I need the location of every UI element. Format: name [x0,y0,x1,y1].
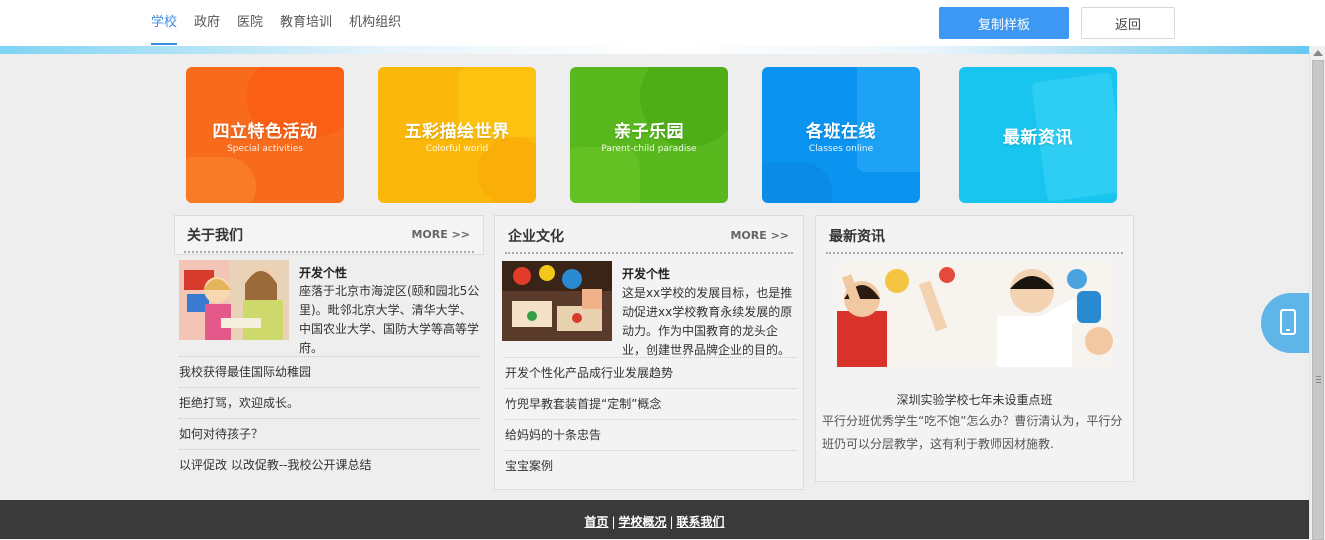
tile-subtitle: Special activities [227,144,303,154]
tile-decoration [762,162,832,203]
panel-header: 最新资讯 [826,216,1123,254]
feature-image [502,261,612,341]
tile-title: 四立特色活动 [212,122,318,142]
children-reading-image [179,260,289,340]
footer-link-school-overview[interactable]: 学校概况 [618,515,666,529]
copy-template-button[interactable]: 复制样板 [939,7,1069,39]
tile-title: 各班在线 [806,122,876,142]
scroll-up-arrow-icon[interactable] [1313,50,1323,56]
panel-corporate-culture: 企业文化 MORE >> 开发个性 这是xx学校的发展目标，也是推动促进xx学校… [494,215,804,490]
panel-title: 关于我们 [187,228,243,244]
panel-header: 企业文化 MORE >> [505,216,793,254]
tab-school[interactable]: 学校 [151,0,178,46]
tile-title: 五彩描绘世界 [404,122,510,142]
feature-title: 开发个性 [299,266,348,280]
tile-subtitle: Colorful world [425,144,489,154]
tab-education-training[interactable]: 教育培训 [280,0,332,46]
list-item[interactable]: 给妈妈的十条忠告 [505,419,797,451]
feature-title: 开发个性 [622,267,671,281]
feature-text: 座落于北京市海淀区(颐和园北5公里)。毗邻北京大学、清华大学、中国农业大学、国防… [299,284,480,355]
tile-subtitle: Parent-child paradise [601,144,697,154]
list-item[interactable]: 拒绝打骂，欢迎成长。 [179,387,479,419]
tile-decoration [570,147,640,203]
classroom-teacher-image [837,261,1113,367]
tile-classes-online[interactable]: 各班在线 Classes online [762,67,920,203]
category-tabs: 学校 政府 医院 教育培训 机构组织 [151,0,418,46]
footer-separator: | [669,515,674,529]
panel-latest-news: 最新资讯 深圳实验学校七年未设重点班 平行分班优秀学生“吃不饱”怎么办？曹衍清认… [815,215,1134,482]
tile-title: 亲子乐园 [614,122,684,142]
panel-title: 最新资讯 [829,229,885,245]
list-item[interactable]: 以评促改 以改促教--我校公开课总结 [179,449,479,481]
tab-hospital[interactable]: 医院 [237,0,263,46]
tile-subtitle: Classes online [808,144,874,154]
news-text: 平行分班优秀学生“吃不饱”怎么办？曹衍清认为，平行分班仍可以分层教学，这有利于教… [822,414,1123,451]
news-image [837,261,1113,367]
tile-decoration [186,157,256,203]
footer-link-contact-us[interactable]: 联系我们 [677,515,725,529]
tab-organization[interactable]: 机构组织 [349,0,401,46]
footer: 首页 | 学校概况 | 联系我们 [0,500,1309,539]
tile-parent-child-paradise[interactable]: 亲子乐园 Parent-child paradise [570,67,728,203]
footer-link-home[interactable]: 首页 [584,515,608,529]
panel-about-us: 关于我们 MORE >> 开发个性 座落于北京市海淀区(颐和园北5公里)。毗邻北… [174,215,484,483]
footer-links: 首页 | 学校概况 | 联系我们 [0,513,1309,530]
news-caption[interactable]: 深圳实验学校七年未设重点班 [816,391,1133,408]
list-item[interactable]: 宝宝案例 [505,450,797,482]
scroll-thumb[interactable] [1312,60,1324,540]
more-link[interactable]: MORE >> [730,229,789,242]
tile-colorful-world[interactable]: 五彩描绘世界 Colorful world [378,67,536,203]
panel-header: 关于我们 MORE >> [184,215,474,253]
kids-painting-image [502,261,612,341]
tile-special-activities[interactable]: 四立特色活动 Special activities [186,67,344,203]
feature-image [179,260,289,340]
list-item[interactable]: 我校获得最佳国际幼稚园 [179,356,479,388]
list-item[interactable]: 如何对待孩子？ [179,418,479,450]
tile-title: 最新资讯 [1003,128,1073,148]
tab-government[interactable]: 政府 [194,0,220,46]
mobile-phone-icon [1280,309,1296,335]
back-button[interactable]: 返回 [1081,7,1175,39]
tile-latest-news[interactable]: 最新资讯 [959,67,1117,203]
vertical-scrollbar[interactable] [1309,46,1325,540]
feature-text: 这是xx学校的发展目标，也是推动促进xx学校教育永续发展的原动力。作为中国教育的… [622,286,793,357]
list-item[interactable]: 开发个性化产品成行业发展趋势 [505,357,797,389]
top-bar: 学校 政府 医院 教育培训 机构组织 复制样板 返回 [0,0,1325,46]
panel-title: 企业文化 [508,229,564,245]
banner-strip [0,46,1310,54]
list-item[interactable]: 竹兜早教套装首提“定制”概念 [505,388,797,420]
footer-separator: | [611,515,616,529]
more-link[interactable]: MORE >> [411,228,470,241]
